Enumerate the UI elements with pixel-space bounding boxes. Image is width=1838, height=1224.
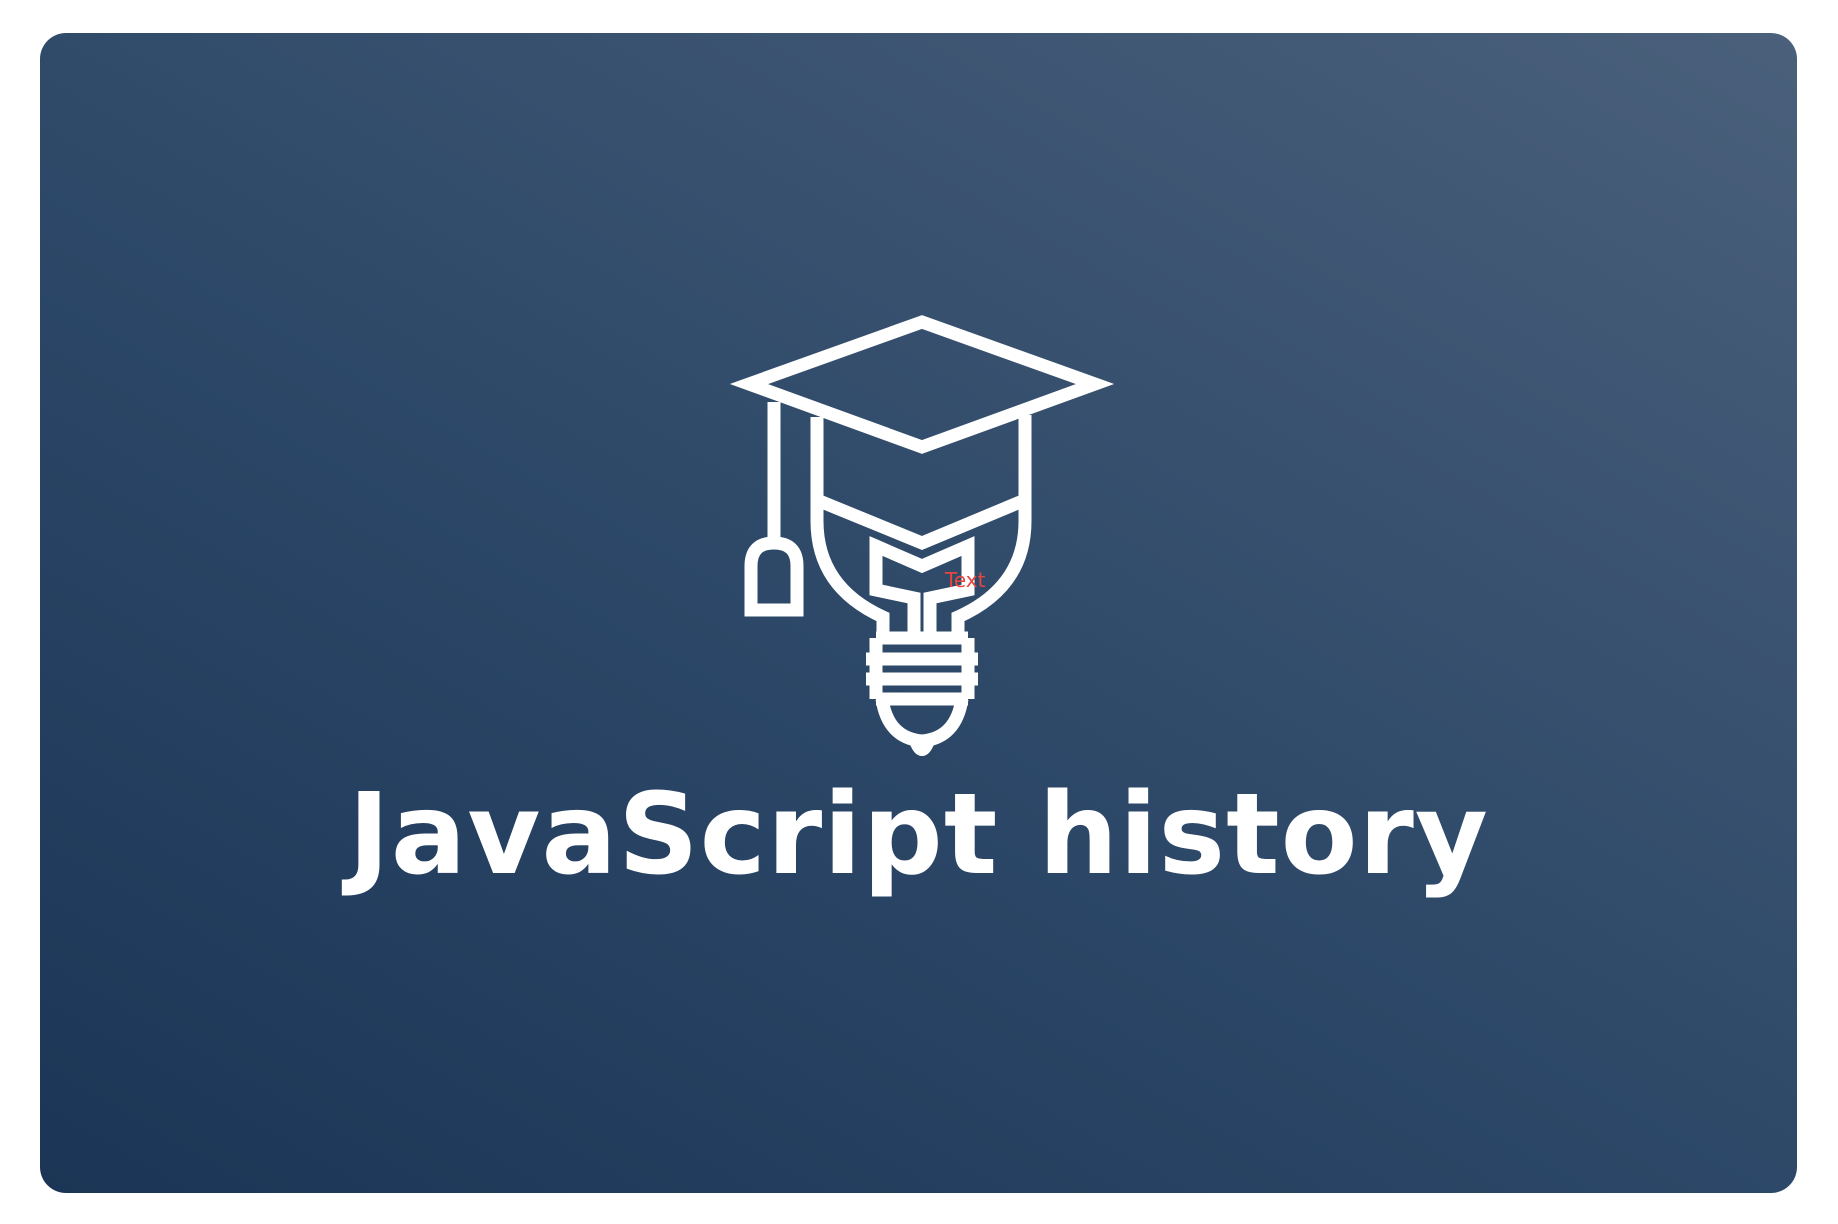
graduation-cap-lightbulb-icon (729, 315, 1115, 757)
stray-text-label: Text (945, 568, 986, 592)
page-title: JavaScript history (348, 770, 1489, 900)
tassel (744, 536, 804, 617)
cap-bottom (814, 493, 1028, 551)
cap-board (729, 315, 1115, 454)
title-card: Text JavaScript history (40, 33, 1797, 1193)
bulb-tip (909, 739, 935, 757)
